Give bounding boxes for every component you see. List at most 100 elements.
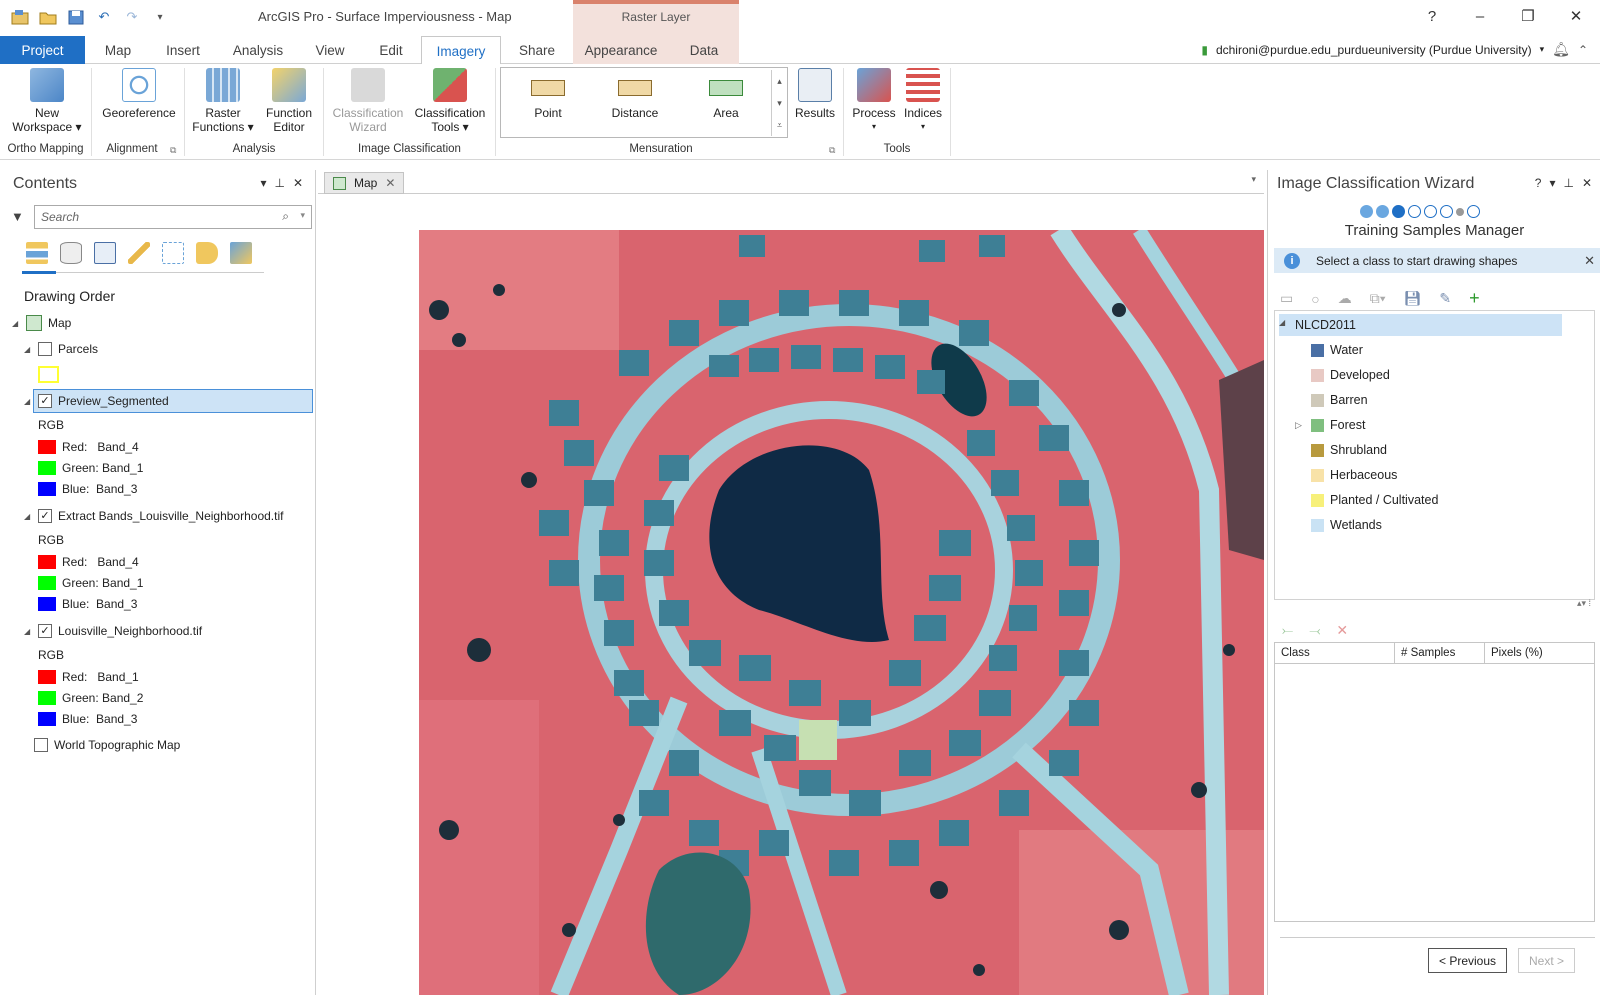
collapse-icon[interactable]: ◢: [12, 319, 20, 328]
results-button[interactable]: Results: [790, 68, 840, 120]
raster-functions-button[interactable]: Raster Functions ▾: [190, 68, 256, 134]
classification-wizard-button[interactable]: Classification Wizard: [328, 68, 408, 134]
rectangle-tool-icon[interactable]: ▭: [1280, 290, 1293, 307]
point-button[interactable]: Point: [521, 80, 575, 120]
collapse-icon[interactable]: ◢: [24, 397, 32, 406]
distance-button[interactable]: Distance: [601, 80, 669, 120]
parcels-symbol[interactable]: [38, 366, 59, 383]
drawing-order-icon[interactable]: [26, 242, 48, 264]
tab-analysis[interactable]: Analysis: [222, 36, 294, 64]
class-shrubland[interactable]: Shrubland: [1311, 443, 1387, 457]
close-map-tab-icon[interactable]: ✕: [385, 176, 395, 190]
tab-project[interactable]: Project: [0, 36, 85, 64]
world-topo-visibility-checkbox[interactable]: [34, 738, 48, 752]
louisville-visibility-checkbox[interactable]: ✓: [38, 624, 52, 638]
col-class[interactable]: Class: [1275, 643, 1395, 663]
user-dropdown-icon[interactable]: ▾: [1540, 44, 1545, 55]
layer-parcels[interactable]: ◢ Parcels: [24, 339, 98, 359]
band-green[interactable]: Green: Band_1: [38, 458, 143, 478]
band-red[interactable]: Red: Band_4: [38, 437, 139, 457]
merge-icon[interactable]: ⤚: [1282, 622, 1293, 639]
help-icon[interactable]: ?: [1535, 176, 1542, 190]
redo-icon[interactable]: ↷: [122, 8, 142, 26]
split-icon[interactable]: ⤙: [1309, 622, 1320, 639]
undo-icon[interactable]: ↶: [94, 8, 114, 26]
new-project-icon[interactable]: [10, 8, 30, 26]
band-green[interactable]: Green: Band_1: [38, 573, 143, 593]
editing-icon[interactable]: [128, 242, 150, 264]
preview-segmented-visibility-checkbox[interactable]: ✓: [38, 394, 52, 408]
close-pane-icon[interactable]: ✕: [293, 176, 303, 190]
search-icon[interactable]: ⌕: [282, 209, 289, 224]
customize-qat-icon[interactable]: ▾: [150, 8, 170, 26]
indices-button[interactable]: Indices ▾: [898, 68, 948, 134]
class-barren[interactable]: Barren: [1311, 393, 1368, 407]
user-name[interactable]: dchironi@purdue.edu_purdueuniversity (Pu…: [1216, 43, 1532, 57]
step-dot-current[interactable]: [1392, 205, 1405, 218]
search-input[interactable]: Search ⌕ ▾: [34, 205, 312, 229]
pin-icon[interactable]: ⊥: [1563, 176, 1573, 190]
collapse-ribbon-icon[interactable]: ⌃: [1578, 43, 1588, 57]
help-button[interactable]: ?: [1408, 0, 1456, 32]
training-samples-table[interactable]: Class # Samples Pixels (%): [1274, 642, 1595, 922]
step-dot[interactable]: [1376, 205, 1389, 218]
band-blue[interactable]: Blue: Band_3: [38, 479, 137, 499]
classification-tools-button[interactable]: Classification Tools ▾: [410, 68, 490, 134]
selection-icon[interactable]: [94, 242, 116, 264]
minimize-icon[interactable]: –: [1456, 0, 1504, 32]
class-forest[interactable]: Forest: [1311, 418, 1365, 432]
class-wetlands[interactable]: Wetlands: [1311, 518, 1382, 532]
open-project-icon[interactable]: [38, 8, 58, 26]
segmented-raster-image[interactable]: [419, 230, 1264, 995]
collapse-icon[interactable]: ◢: [1279, 318, 1285, 327]
splitter-arrows-icon[interactable]: ▴▾ ⁞: [1577, 598, 1591, 609]
new-workspace-button[interactable]: New Workspace ▾: [10, 68, 84, 134]
dismiss-message-icon[interactable]: ✕: [1584, 253, 1595, 269]
previous-button[interactable]: < Previous: [1428, 948, 1508, 973]
layer-louisville[interactable]: ◢ ✓ Louisville_Neighborhood.tif: [24, 621, 202, 641]
class-developed[interactable]: Developed: [1311, 368, 1390, 382]
area-button[interactable]: Area: [699, 80, 753, 120]
labeling-icon[interactable]: [196, 242, 218, 264]
next-button[interactable]: Next >: [1518, 948, 1576, 973]
save-icon[interactable]: 💾︎: [1404, 290, 1422, 307]
step-dot[interactable]: [1456, 208, 1464, 216]
filter-icon[interactable]: ▼: [11, 209, 24, 224]
tab-view[interactable]: View: [300, 36, 360, 64]
step-dot[interactable]: [1360, 205, 1373, 218]
save-project-icon[interactable]: [66, 8, 86, 26]
collapse-icon[interactable]: ◢: [24, 627, 32, 636]
delete-sample-icon[interactable]: ✕: [1336, 622, 1348, 639]
map-view-tab[interactable]: Map ✕: [324, 172, 405, 194]
pin-icon[interactable]: ⊥: [274, 176, 284, 190]
col-samples[interactable]: # Samples: [1395, 643, 1485, 663]
add-class-icon[interactable]: +: [1469, 288, 1480, 309]
mensuration-launcher-icon[interactable]: ⧉: [829, 145, 835, 156]
map-canvas[interactable]: [318, 195, 1264, 995]
layer-extract-bands[interactable]: ◢ ✓ Extract Bands_Louisville_Neighborhoo…: [24, 506, 283, 526]
perspective-imagery-icon[interactable]: [230, 242, 252, 264]
collapse-icon[interactable]: ◢: [24, 345, 32, 354]
save-as-icon[interactable]: ✎: [1439, 290, 1451, 307]
step-dot[interactable]: [1467, 205, 1480, 218]
tab-map[interactable]: Map: [92, 36, 144, 64]
search-options-icon[interactable]: ▾: [300, 210, 305, 221]
map-node[interactable]: ◢ Map: [12, 313, 71, 333]
pane-menu-icon[interactable]: ▾: [260, 176, 266, 190]
class-planted-cultivated[interactable]: Planted / Cultivated: [1311, 493, 1438, 507]
class-water[interactable]: Water: [1311, 343, 1363, 357]
expand-icon[interactable]: ▷: [1295, 420, 1302, 431]
pane-splitter[interactable]: ▴▾ ⁞: [1274, 598, 1595, 608]
extract-bands-visibility-checkbox[interactable]: ✓: [38, 509, 52, 523]
close-pane-icon[interactable]: ✕: [1582, 176, 1592, 190]
band-red[interactable]: Red: Band_1: [38, 667, 139, 687]
snapping-icon[interactable]: [162, 242, 184, 264]
band-blue[interactable]: Blue: Band_3: [38, 709, 137, 729]
tab-appearance[interactable]: Appearance: [573, 36, 669, 64]
collapse-icon[interactable]: ◢: [24, 512, 32, 521]
step-dot[interactable]: [1440, 205, 1453, 218]
process-button[interactable]: Process ▾: [848, 68, 900, 134]
layer-preview-segmented[interactable]: ◢ ✓ Preview_Segmented: [24, 391, 169, 411]
gallery-scroll[interactable]: ▴ ▾ ⩡: [771, 70, 787, 136]
function-editor-button[interactable]: Function Editor: [258, 68, 320, 134]
